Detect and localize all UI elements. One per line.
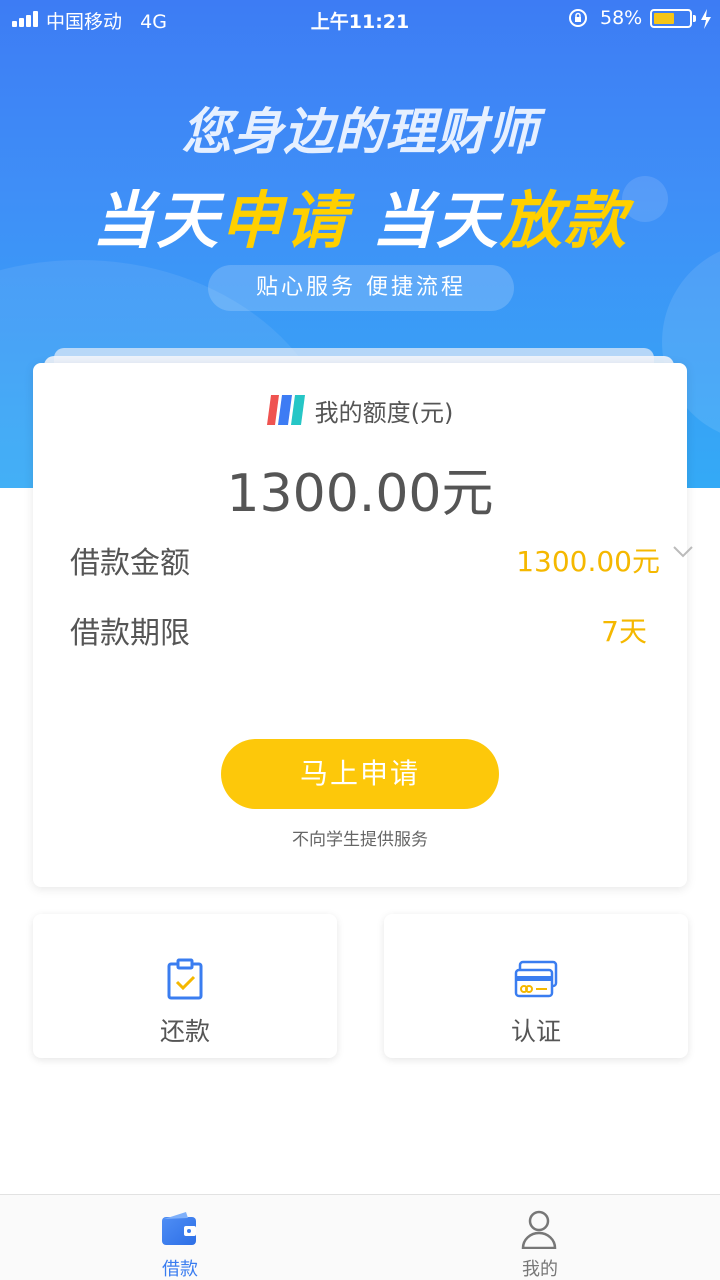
chevron-down-icon[interactable] bbox=[672, 544, 694, 560]
repay-tile[interactable]: 还款 bbox=[33, 914, 337, 1058]
user-icon bbox=[521, 1210, 557, 1249]
battery-level bbox=[654, 13, 674, 24]
loan-amount-row[interactable]: 借款金额 1300.00元 bbox=[70, 538, 693, 581]
status-bar: 中国移动 4G 上午11:21 58% bbox=[0, 0, 720, 38]
repay-label: 还款 bbox=[159, 1017, 210, 1046]
credit-card-icon bbox=[514, 960, 558, 998]
quota-header: 我的额度(元) bbox=[33, 393, 687, 427]
banner-headline: 您身边的理财师 bbox=[181, 103, 539, 161]
loan-term-row[interactable]: 借款期限 7天 bbox=[70, 608, 670, 651]
loan-amount-value[interactable]: 1300.00元 bbox=[516, 540, 660, 580]
loan-term-value[interactable]: 7天 bbox=[601, 610, 647, 650]
student-notice: 不向学生提供服务 bbox=[292, 830, 428, 850]
quota-amount: 1300.00元 bbox=[226, 464, 494, 524]
loan-term-label: 借款期限 bbox=[70, 616, 190, 651]
wallet-icon bbox=[162, 1212, 196, 1245]
rotation-lock-icon bbox=[569, 9, 587, 27]
apply-now-button[interactable]: 马上申请 bbox=[221, 739, 499, 809]
brand-logo-icon bbox=[266, 395, 305, 425]
verify-tile[interactable]: 认证 bbox=[384, 914, 688, 1058]
tab-loan-label: 借款 bbox=[162, 1259, 198, 1280]
bottom-tabbar: 借款 我的 bbox=[0, 1194, 720, 1280]
quota-card: 我的额度(元) 1300.00元 借款金额 1300.00元 借款期限 7天 马… bbox=[33, 363, 693, 887]
tab-mine[interactable]: 我的 bbox=[360, 1195, 720, 1280]
clipboard-check-icon bbox=[167, 958, 203, 1000]
battery-percent: 58% bbox=[600, 7, 643, 29]
verify-label: 认证 bbox=[510, 1017, 561, 1046]
quota-label: 我的额度(元) bbox=[314, 398, 454, 427]
tab-loan[interactable]: 借款 bbox=[0, 1195, 360, 1280]
charging-icon bbox=[701, 9, 711, 29]
loan-home-screen: 中国移动 4G 上午11:21 58% 您身边的理财师 当天申请 当天放款 贴心… bbox=[0, 0, 720, 1280]
banner-tagline: 贴心服务 便捷流程 bbox=[208, 265, 514, 311]
battery-icon bbox=[650, 9, 696, 28]
banner-slogan: 当天申请 当天放款 bbox=[92, 184, 628, 257]
loan-amount-label: 借款金额 bbox=[70, 546, 190, 581]
tab-mine-label: 我的 bbox=[522, 1259, 558, 1280]
